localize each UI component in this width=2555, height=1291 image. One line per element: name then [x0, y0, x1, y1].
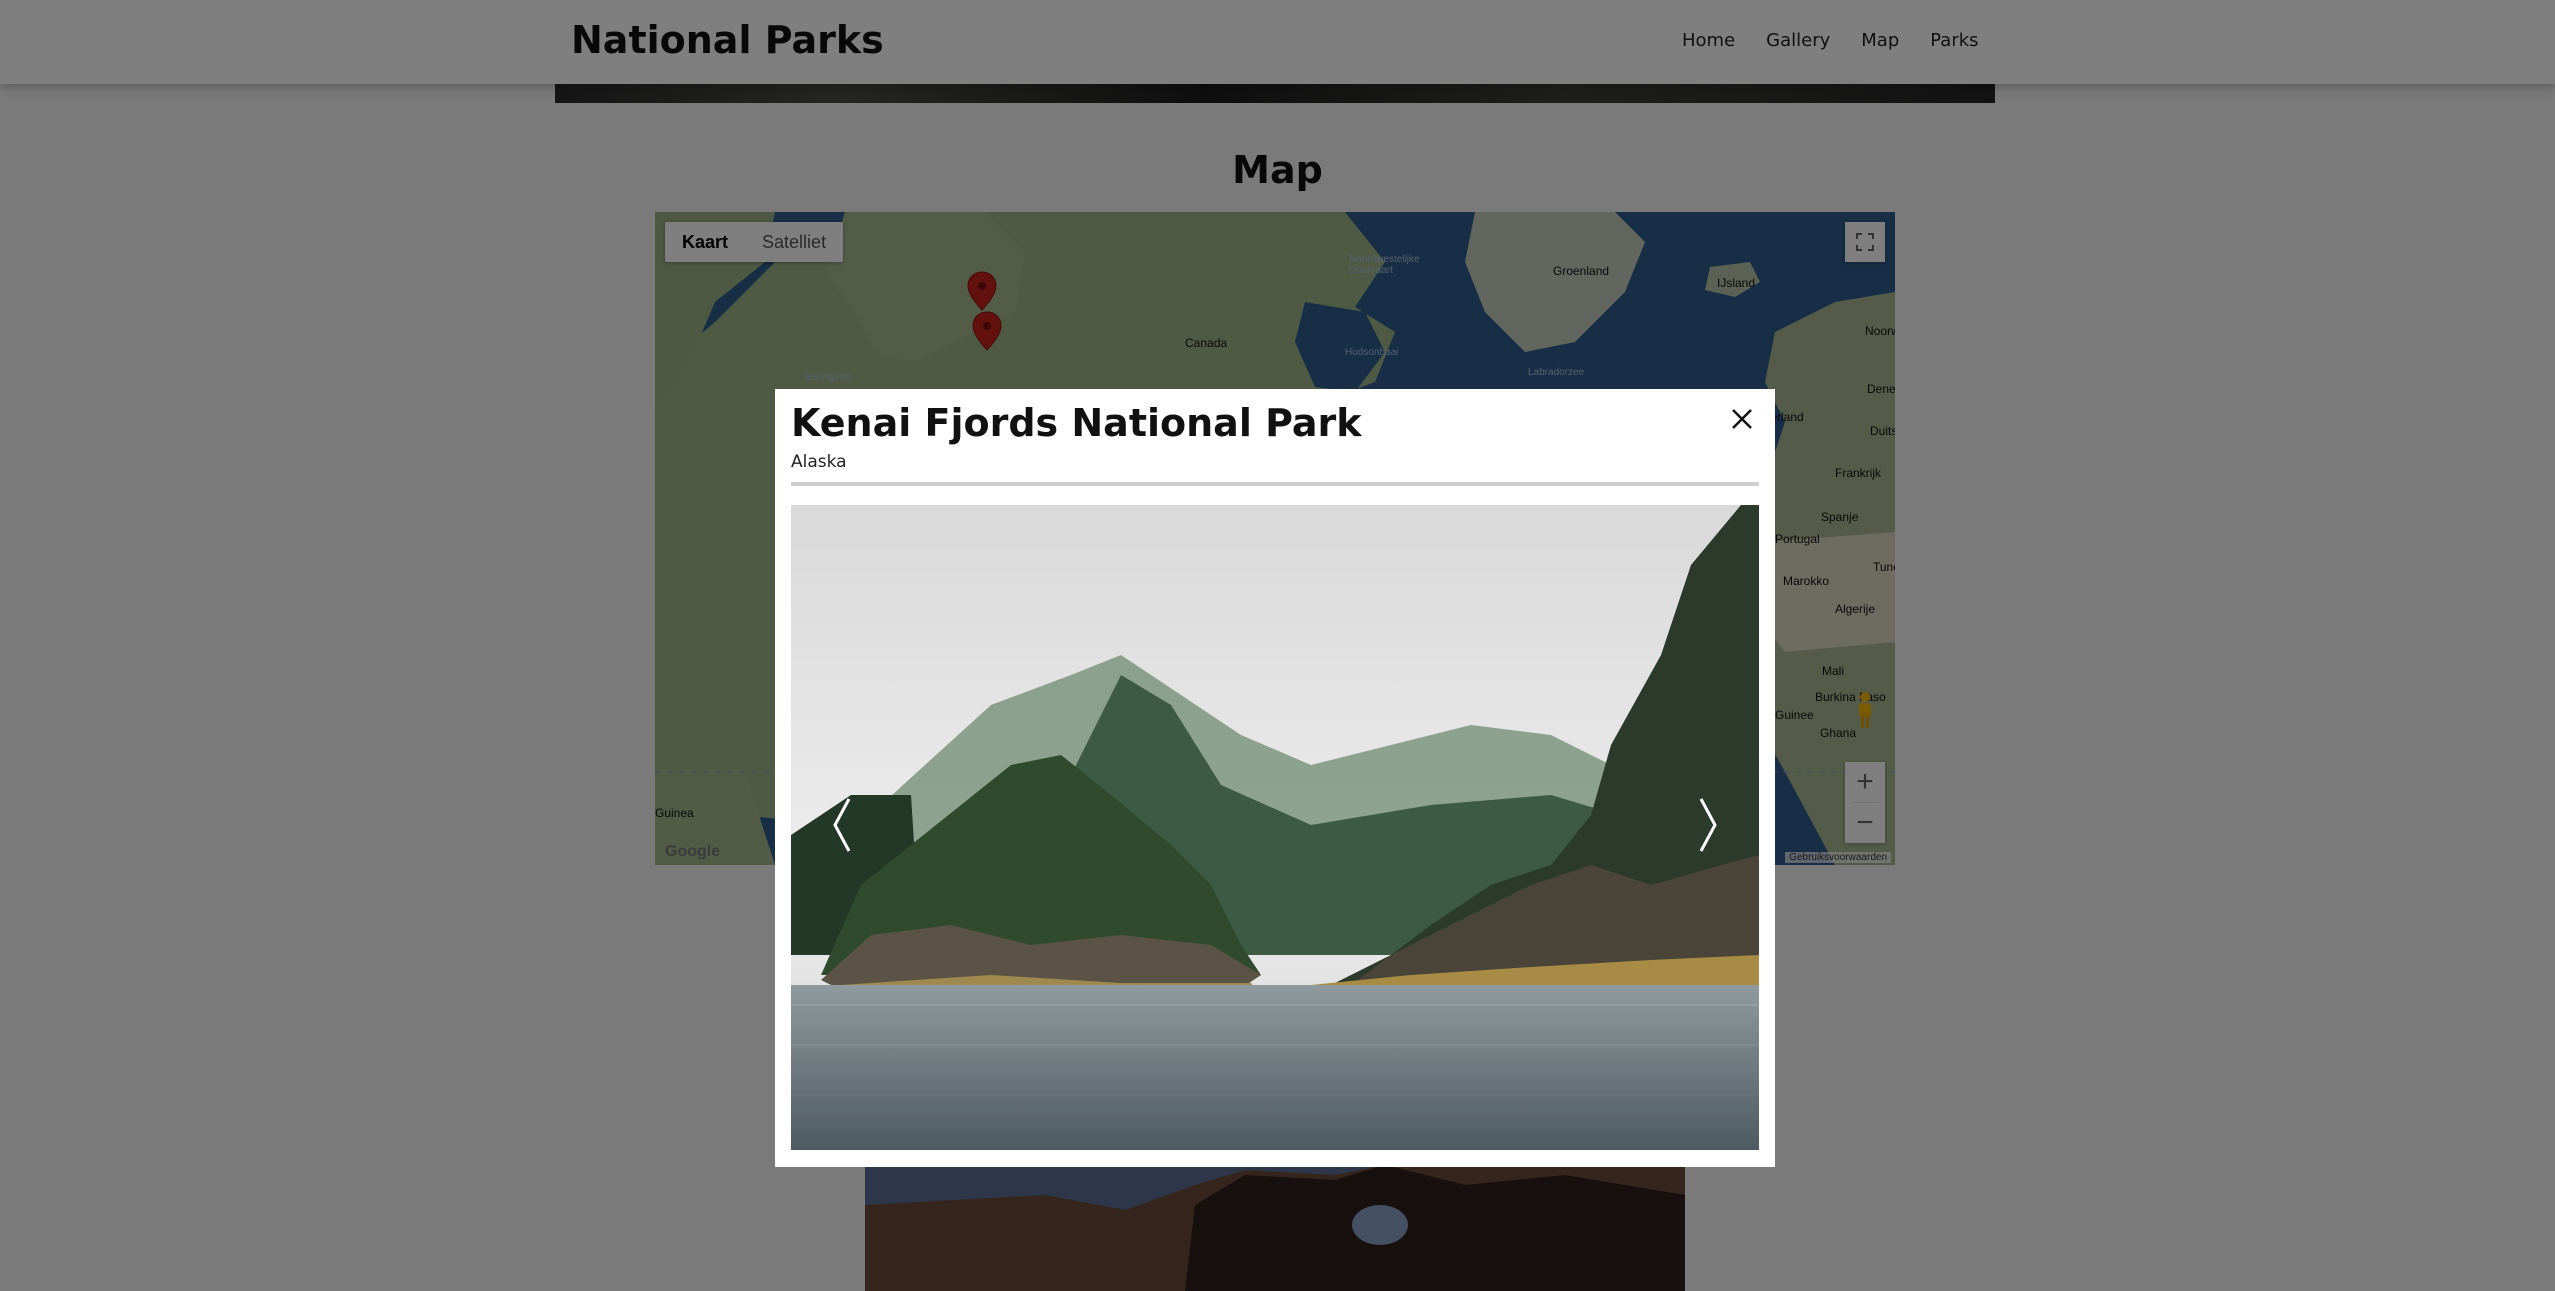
modal-title: Kenai Fjords National Park — [791, 401, 1362, 445]
park-photo — [791, 505, 1759, 1150]
park-modal: Kenai Fjords National Park Alaska — [775, 389, 1775, 1167]
chevron-left-icon[interactable] — [827, 795, 857, 855]
modal-subtitle: Alaska — [791, 452, 847, 472]
fjord-landscape-image — [791, 505, 1759, 1150]
modal-divider — [791, 482, 1759, 486]
close-icon[interactable] — [1728, 405, 1756, 433]
chevron-right-icon[interactable] — [1693, 795, 1723, 855]
